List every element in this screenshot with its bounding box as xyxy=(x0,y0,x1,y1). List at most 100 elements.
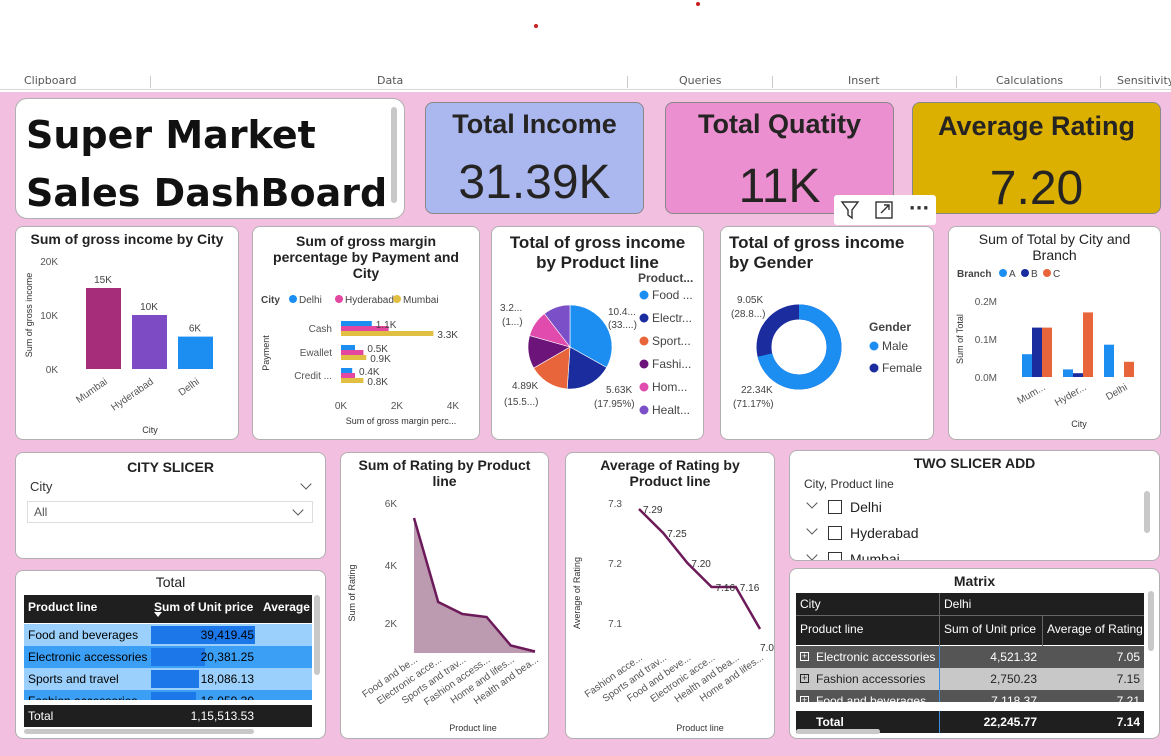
table-row[interactable]: Sports and travel 18,086.13 xyxy=(24,668,312,690)
legend-entry: Food ... xyxy=(652,288,693,302)
kpi-average-rating[interactable]: Average Rating 7.20 xyxy=(912,102,1161,215)
chart-income-by-product[interactable]: Total of gross income by Product line 10… xyxy=(491,226,704,440)
chart-margin-by-payment[interactable]: Sum of gross margin percentage by Paymen… xyxy=(252,226,480,440)
chart-rating-avg-by-product[interactable]: Average of Rating by Product line 7.3 7.2… xyxy=(565,452,775,739)
unit-price-cell: 20,381.25 xyxy=(200,650,254,664)
slicer-scrollbar[interactable] xyxy=(1144,491,1150,533)
expand-chevron-icon[interactable] xyxy=(806,549,818,560)
y-tick-label: 0K xyxy=(46,365,59,376)
ribbon-label-calculations: Calculations xyxy=(996,76,1064,87)
column-header-unit-price[interactable]: Sum of Unit price xyxy=(150,595,258,623)
expand-chevron-icon[interactable] xyxy=(806,523,818,535)
slicer-item-hyderabad[interactable]: Hyderabad xyxy=(804,523,1104,545)
matrix-vertical-scrollbar[interactable] xyxy=(1148,591,1154,651)
matrix-horizontal-scrollbar[interactable] xyxy=(796,729,880,734)
expand-plus-icon[interactable]: + xyxy=(800,652,809,661)
matrix-row[interactable]: + Electronic accessories 4,521.32 7.05 xyxy=(796,646,1144,668)
expand-plus-icon[interactable]: + xyxy=(800,674,809,683)
x-axis-label: City xyxy=(142,425,158,435)
x-tick-label: Delhi xyxy=(1104,382,1129,403)
table-vertical-scrollbar[interactable] xyxy=(314,595,320,675)
total-table-visual[interactable]: Total Product line Sum of Unit price Ave… xyxy=(15,570,326,739)
two-slicer[interactable]: TWO SLICER ADD City, Product line Delhi … xyxy=(789,450,1160,561)
matrix-header-avg-rating[interactable]: Average of Rating xyxy=(1042,616,1144,646)
slicer-item-label: Hyderabad xyxy=(850,525,919,541)
legend-entry: Hyderabad xyxy=(345,295,394,306)
chart-total-by-city-branch[interactable]: Sum of Total by City and Branch Branch A B… xyxy=(948,226,1161,440)
legend-marker xyxy=(869,363,879,373)
y-tick-label: 0.1M xyxy=(975,335,997,346)
y-axis-label: Sum of gross income xyxy=(24,273,34,358)
filter-icon[interactable] xyxy=(836,197,864,223)
matrix-total-value: 22,245.77 xyxy=(939,711,1041,733)
slicer-item-mumbai[interactable]: Mumbai xyxy=(804,549,1104,560)
x-axis-label: Sum of gross margin perc... xyxy=(346,416,457,426)
avg-rating-cell: 7.21 xyxy=(1116,694,1140,702)
kpi-value: 7.20 xyxy=(989,162,1084,215)
legend-marker xyxy=(335,295,343,303)
matrix-total-avg: 7.14 xyxy=(1116,715,1140,729)
more-options-icon[interactable]: ··· xyxy=(904,195,934,223)
legend-entry: Healt... xyxy=(652,403,690,417)
data-label: (1...) xyxy=(502,317,523,328)
legend-marker xyxy=(639,313,649,323)
matrix-header-product-line[interactable]: Product line xyxy=(796,616,938,646)
kpi-total-income[interactable]: Total Income 31.39K xyxy=(425,102,644,214)
matrix-header-row: Product line Sum of Unit price Average o… xyxy=(796,615,1144,646)
unit-price-cell: 2,750.23 xyxy=(939,668,1041,690)
data-label: 5.63K xyxy=(606,385,632,396)
bar-delhi xyxy=(341,368,353,373)
legend-marker xyxy=(289,295,297,303)
column-header-product-line[interactable]: Product line xyxy=(24,595,149,623)
column-header-average[interactable]: Average xyxy=(259,595,312,623)
focus-mode-icon[interactable] xyxy=(870,197,898,223)
x-tick-label: Delhi xyxy=(177,376,202,398)
checkbox[interactable] xyxy=(828,526,842,540)
y-tick-label: 7.2 xyxy=(608,559,622,570)
matrix-row[interactable]: + Fashion accessories 2,750.23 7.15 xyxy=(796,668,1144,690)
expand-plus-icon[interactable]: + xyxy=(800,696,809,702)
legend-entry: Hom... xyxy=(652,380,687,394)
slicer-dropdown[interactable]: All xyxy=(27,501,313,523)
bar-a xyxy=(1104,344,1114,377)
legend-entry: Sport... xyxy=(652,334,691,348)
table-row[interactable]: Fashion accessories16,959.30 xyxy=(24,690,312,700)
chart-rating-sum-by-product[interactable]: Sum of Rating by Product line 6K 4K 2K Sum … xyxy=(340,452,549,739)
donut-chart-svg: 9.05K (28.8...) 22.34K (71.17%) Gender Male Fe… xyxy=(731,295,922,410)
ribbon-label-sensitivity: Sensitivity xyxy=(1117,76,1171,87)
dashboard-title-card[interactable]: Super Market Sales DashBoard xyxy=(15,98,405,219)
matrix-column-value[interactable]: Delhi xyxy=(939,593,1144,615)
city-slicer[interactable]: CITY SLICER City All xyxy=(15,452,326,559)
matrix-column-header-row: City Delhi xyxy=(796,593,1144,615)
line-chart-svg: 7.3 7.2 7.1 Average of Rating 7.29 7.25 7.20 7.… xyxy=(572,499,774,733)
data-label: 7.25 xyxy=(667,529,687,540)
checkbox[interactable] xyxy=(828,500,842,514)
kpi-value: 31.39K xyxy=(458,156,611,209)
title-scrollbar[interactable] xyxy=(391,107,397,203)
chart-income-by-gender[interactable]: Total of gross income by Gender 9.05K (28… xyxy=(720,226,934,440)
total-label: Total xyxy=(28,709,54,723)
bar-mumbai xyxy=(341,378,364,383)
slicer-collapse-chevron-icon[interactable] xyxy=(300,478,312,490)
kpi-label: Total Quatity xyxy=(697,109,861,139)
unit-price-cell: 18,086.13 xyxy=(200,672,254,686)
slicer-item-delhi[interactable]: Delhi xyxy=(804,497,1104,519)
table-row[interactable]: Electronic accessories 20,381.25 xyxy=(24,646,312,668)
legend-title: Branch xyxy=(957,269,991,280)
table-horizontal-scrollbar[interactable] xyxy=(24,729,254,734)
bar-hyderabad xyxy=(132,315,167,369)
matrix-visual[interactable]: Matrix City Delhi Product line Sum of Un… xyxy=(789,568,1160,739)
legend-entry: A xyxy=(1009,269,1016,280)
bar-c xyxy=(1042,327,1052,377)
checkbox[interactable] xyxy=(828,552,842,560)
y-axis-label: Average of Rating xyxy=(572,557,582,629)
chart-gross-income-by-city[interactable]: Sum of gross income by City 20K 10K 0K Sum … xyxy=(15,226,239,440)
matrix-header-unit-price[interactable]: Sum of Unit price xyxy=(939,616,1041,646)
data-label: 15K xyxy=(94,275,112,286)
x-tick-label: 4K xyxy=(447,401,460,412)
matrix-row[interactable]: + Food and beverages 7,118.37 7.21 xyxy=(796,690,1144,702)
dashboard-title-line1: Super Market xyxy=(26,113,316,157)
expand-chevron-icon[interactable] xyxy=(806,497,818,509)
legend-marker xyxy=(639,336,649,346)
table-row[interactable]: Food and beverages 39,419.45 xyxy=(24,624,312,646)
